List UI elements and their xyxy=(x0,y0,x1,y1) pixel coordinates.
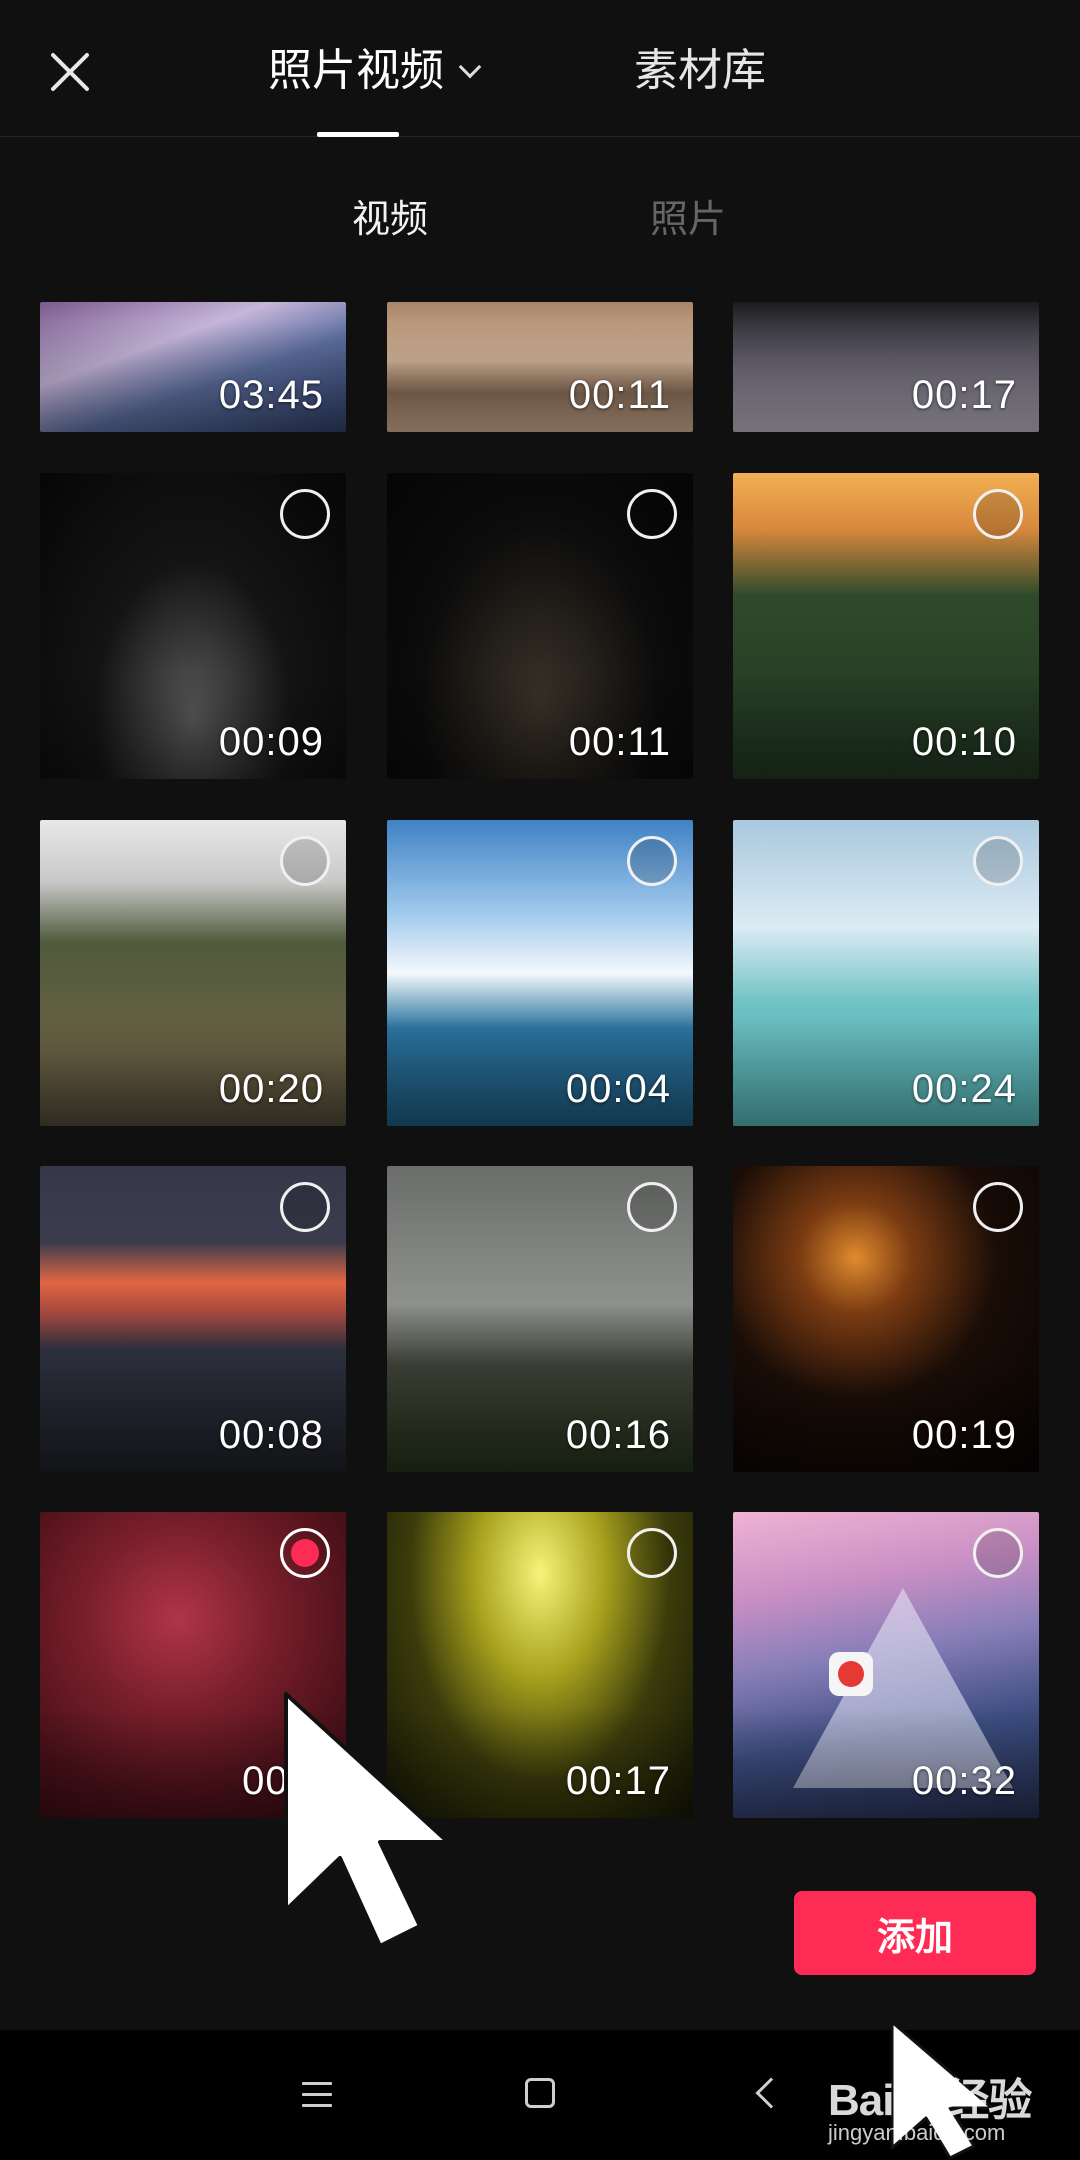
app-badge-icon xyxy=(829,1652,873,1696)
select-circle[interactable] xyxy=(627,1182,677,1232)
video-duration: 00:17 xyxy=(565,1759,671,1803)
video-duration: 00:09 xyxy=(218,720,324,764)
select-circle[interactable] xyxy=(973,1528,1023,1578)
video-duration: 00:19 xyxy=(911,1413,1017,1457)
select-circle[interactable] xyxy=(973,836,1023,886)
video-duration: 00:08 xyxy=(218,1413,324,1457)
video-thumbnail[interactable]: 00:16 xyxy=(387,1166,693,1472)
add-button[interactable]: 添加 xyxy=(794,1891,1036,1975)
tab-material-library[interactable]: 素材库 xyxy=(634,36,794,106)
select-circle-selected[interactable] xyxy=(280,1528,330,1578)
video-thumbnail[interactable]: 00:32 xyxy=(733,1512,1039,1818)
select-circle[interactable] xyxy=(973,489,1023,539)
video-thumbnail[interactable]: 00:09 xyxy=(40,473,346,779)
video-duration: 00:04 xyxy=(565,1067,671,1111)
video-thumbnail[interactable]: 00:24 xyxy=(733,820,1039,1126)
select-circle[interactable] xyxy=(973,1182,1023,1232)
video-thumbnail[interactable]: 03:45 xyxy=(40,302,346,432)
subtab-video[interactable]: 视频 xyxy=(352,190,428,250)
video-thumbnail[interactable]: 00:11 xyxy=(387,302,693,432)
video-duration: 00:20 xyxy=(218,1067,324,1111)
video-duration: 00:32 xyxy=(911,1759,1017,1803)
video-duration: 00:24 xyxy=(911,1067,1017,1111)
home-icon[interactable] xyxy=(525,2078,555,2108)
select-circle[interactable] xyxy=(627,489,677,539)
video-duration: 00:16 xyxy=(565,1413,671,1457)
select-circle[interactable] xyxy=(627,836,677,886)
top-bar: 照片视频 素材库 xyxy=(0,0,1080,137)
video-duration: 00:10 xyxy=(911,720,1017,764)
video-thumbnail[interactable]: 00:19 xyxy=(733,1166,1039,1472)
pointer-cursor-icon xyxy=(284,1692,450,1948)
select-circle[interactable] xyxy=(280,489,330,539)
active-tab-indicator xyxy=(317,132,399,137)
select-circle[interactable] xyxy=(280,836,330,886)
chevron-down-icon xyxy=(458,55,482,79)
select-circle[interactable] xyxy=(627,1528,677,1578)
video-thumbnail[interactable]: 00:11 xyxy=(387,473,693,779)
watermark-logo: Baidu经验 xyxy=(828,2076,1032,2125)
video-thumbnail[interactable]: 00:10 xyxy=(733,473,1039,779)
video-thumbnail[interactable]: 00:20 xyxy=(40,820,346,1126)
video-duration: 00:11 xyxy=(568,373,671,417)
tab-photo-video-label: 照片视频 xyxy=(268,46,444,95)
video-thumbnail[interactable]: 00:17 xyxy=(733,302,1039,432)
watermark-url: jingyan.baidu.com xyxy=(828,2120,1006,2145)
back-icon[interactable] xyxy=(755,2077,787,2109)
video-duration: 00:17 xyxy=(911,373,1017,417)
close-icon[interactable] xyxy=(44,46,96,98)
baidu-watermark: Baidu经验 jingyan.baidu.com xyxy=(828,2064,1068,2154)
video-duration: 00:11 xyxy=(568,720,671,764)
video-thumbnail[interactable]: 00:08 xyxy=(40,1166,346,1472)
menu-icon[interactable] xyxy=(302,2082,332,2108)
video-thumbnail[interactable]: 00:04 xyxy=(387,820,693,1126)
subtab-photo[interactable]: 照片 xyxy=(650,190,726,250)
video-duration: 03:45 xyxy=(218,373,324,417)
tab-photo-video[interactable]: 照片视频 xyxy=(268,36,494,106)
select-circle[interactable] xyxy=(280,1182,330,1232)
